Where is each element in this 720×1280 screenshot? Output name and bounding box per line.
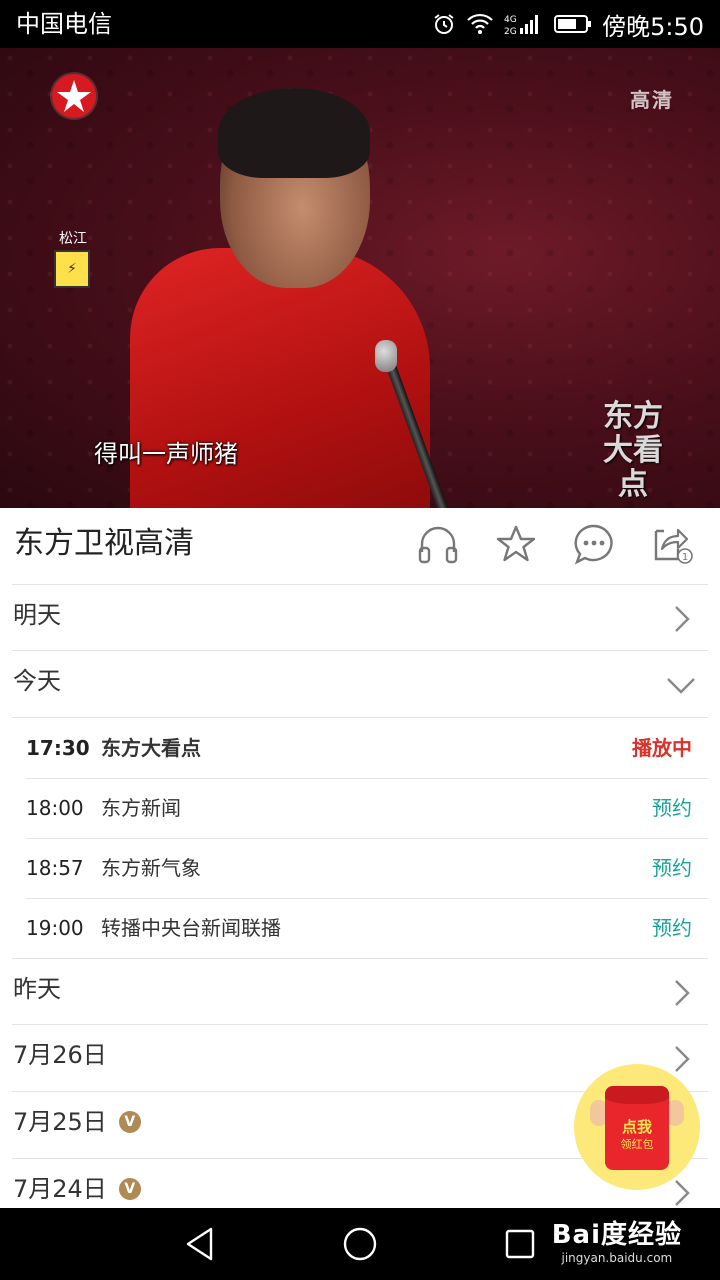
day-label: 今天 bbox=[13, 665, 61, 697]
svg-text:2G: 2G bbox=[504, 27, 517, 36]
day-label: 7月26日 bbox=[13, 1039, 107, 1071]
vip-badge-icon: V bbox=[118, 1111, 141, 1133]
red-envelope-button[interactable]: 点我 领红包 bbox=[574, 1064, 700, 1190]
corner-logo-text: 松江 bbox=[59, 231, 87, 247]
chevron-right-icon bbox=[670, 979, 694, 1007]
home-circle-icon bbox=[343, 1227, 377, 1261]
program-time: 18:00 bbox=[26, 796, 84, 820]
favorite-button[interactable] bbox=[494, 524, 538, 568]
system-nav-bar: Bai度经验 jingyan.baidu.com bbox=[0, 1208, 720, 1280]
day-label-text: 7月24日 bbox=[13, 1175, 107, 1203]
day-row-yesterday[interactable]: 昨天 bbox=[0, 959, 720, 1025]
clock: 傍晚5:50 bbox=[602, 12, 704, 41]
red-envelope-line2: 领红包 bbox=[620, 1138, 654, 1151]
hd-watermark: 高清 bbox=[630, 88, 674, 112]
now-playing-label: 播放中 bbox=[632, 736, 692, 760]
lightning-badge-icon: ⚡ bbox=[54, 250, 90, 288]
program-name: 东方大看点 bbox=[101, 736, 201, 760]
day-label-text: 7月26日 bbox=[13, 1041, 107, 1069]
program-row[interactable]: 18:57 东方新气象 预约 bbox=[0, 838, 720, 898]
program-time: 17:30 bbox=[26, 736, 90, 760]
vip-badge-icon: V bbox=[118, 1178, 141, 1200]
channel-actions: 1 bbox=[416, 522, 694, 570]
alarm-icon bbox=[432, 12, 456, 36]
program-time: 19:00 bbox=[26, 916, 84, 940]
share-count: 1 bbox=[682, 552, 688, 563]
back-triangle-icon bbox=[186, 1227, 213, 1261]
program-name: 转播中央台新闻联播 bbox=[101, 916, 281, 940]
program-watermark: 东方大看点 bbox=[596, 400, 670, 502]
program-time: 18:57 bbox=[26, 856, 84, 880]
program-name: 东方新闻 bbox=[101, 796, 181, 820]
share-icon: 1 bbox=[650, 523, 694, 569]
day-label: 昨天 bbox=[13, 973, 61, 1005]
day-label: 明天 bbox=[13, 599, 61, 631]
program-row[interactable]: 18:00 东方新闻 预约 bbox=[0, 778, 720, 838]
chevron-down-icon bbox=[666, 673, 696, 701]
home-button[interactable] bbox=[340, 1226, 380, 1262]
recents-square-icon bbox=[505, 1229, 535, 1259]
wifi-icon bbox=[466, 13, 494, 35]
cell-signal-icon: 4G 2G bbox=[504, 12, 544, 36]
program-row[interactable]: 19:00 转播中央台新闻联播 预约 bbox=[0, 898, 720, 958]
star-icon bbox=[495, 524, 537, 568]
channel-header: 东方卫视高清 1 bbox=[0, 508, 720, 584]
status-bar: 中国电信 4G 2G 傍晚5:50 bbox=[0, 0, 720, 48]
day-label-text: 明天 bbox=[13, 601, 61, 629]
reserve-button[interactable]: 预约 bbox=[652, 792, 692, 824]
channel-title: 东方卫视高清 bbox=[14, 526, 194, 561]
back-button[interactable] bbox=[180, 1226, 220, 1262]
program-name: 东方新气象 bbox=[101, 856, 201, 880]
status-right: 4G 2G 傍晚5:50 bbox=[432, 8, 704, 41]
corner-logo: 松江 ⚡ bbox=[54, 228, 92, 288]
chat-bubble-icon bbox=[573, 523, 615, 569]
red-envelope-line1: 点我 bbox=[621, 1118, 652, 1136]
recents-button[interactable] bbox=[500, 1226, 540, 1262]
comment-button[interactable] bbox=[572, 524, 616, 568]
baidu-jingyan-watermark: Bai度经验 jingyan.baidu.com bbox=[552, 1214, 682, 1265]
red-envelope-icon: 点我 领红包 bbox=[605, 1086, 669, 1170]
performer-hair bbox=[218, 88, 370, 178]
headphones-icon bbox=[417, 524, 459, 568]
chevron-right-icon bbox=[670, 1045, 694, 1073]
day-label: 7月25日 V bbox=[13, 1106, 141, 1138]
day-label-text: 今天 bbox=[13, 667, 61, 695]
svg-text:4G: 4G bbox=[504, 15, 517, 25]
share-button[interactable]: 1 bbox=[650, 524, 694, 568]
carrier-name: 中国电信 bbox=[16, 10, 112, 38]
chevron-right-icon bbox=[670, 605, 694, 633]
watermark-url: jingyan.baidu.com bbox=[561, 1251, 673, 1265]
reserve-button[interactable]: 预约 bbox=[652, 852, 692, 884]
program-watermark-text: 东方大看点 bbox=[603, 399, 663, 502]
day-label-text: 昨天 bbox=[13, 975, 61, 1003]
day-label: 7月24日 V bbox=[13, 1173, 141, 1205]
program-row[interactable]: 17:30 东方大看点 播放中 bbox=[0, 718, 720, 778]
video-subtitle: 得叫一声师猪 bbox=[94, 440, 238, 468]
battery-icon bbox=[554, 14, 592, 34]
microphone bbox=[375, 340, 397, 372]
day-row-tomorrow[interactable]: 明天 bbox=[0, 585, 720, 651]
audio-button[interactable] bbox=[416, 524, 460, 568]
chevron-right-icon bbox=[670, 1179, 694, 1207]
channel-logo bbox=[52, 74, 96, 118]
video-player[interactable]: 高清 松江 ⚡ 得叫一声师猪 东方大看点 bbox=[0, 48, 720, 508]
envelope-flap bbox=[605, 1086, 669, 1104]
watermark-brand: Bai度经验 bbox=[551, 1220, 682, 1250]
day-label-text: 7月25日 bbox=[13, 1108, 107, 1136]
reserve-button[interactable]: 预约 bbox=[652, 912, 692, 944]
day-row-today[interactable]: 今天 bbox=[0, 651, 720, 717]
